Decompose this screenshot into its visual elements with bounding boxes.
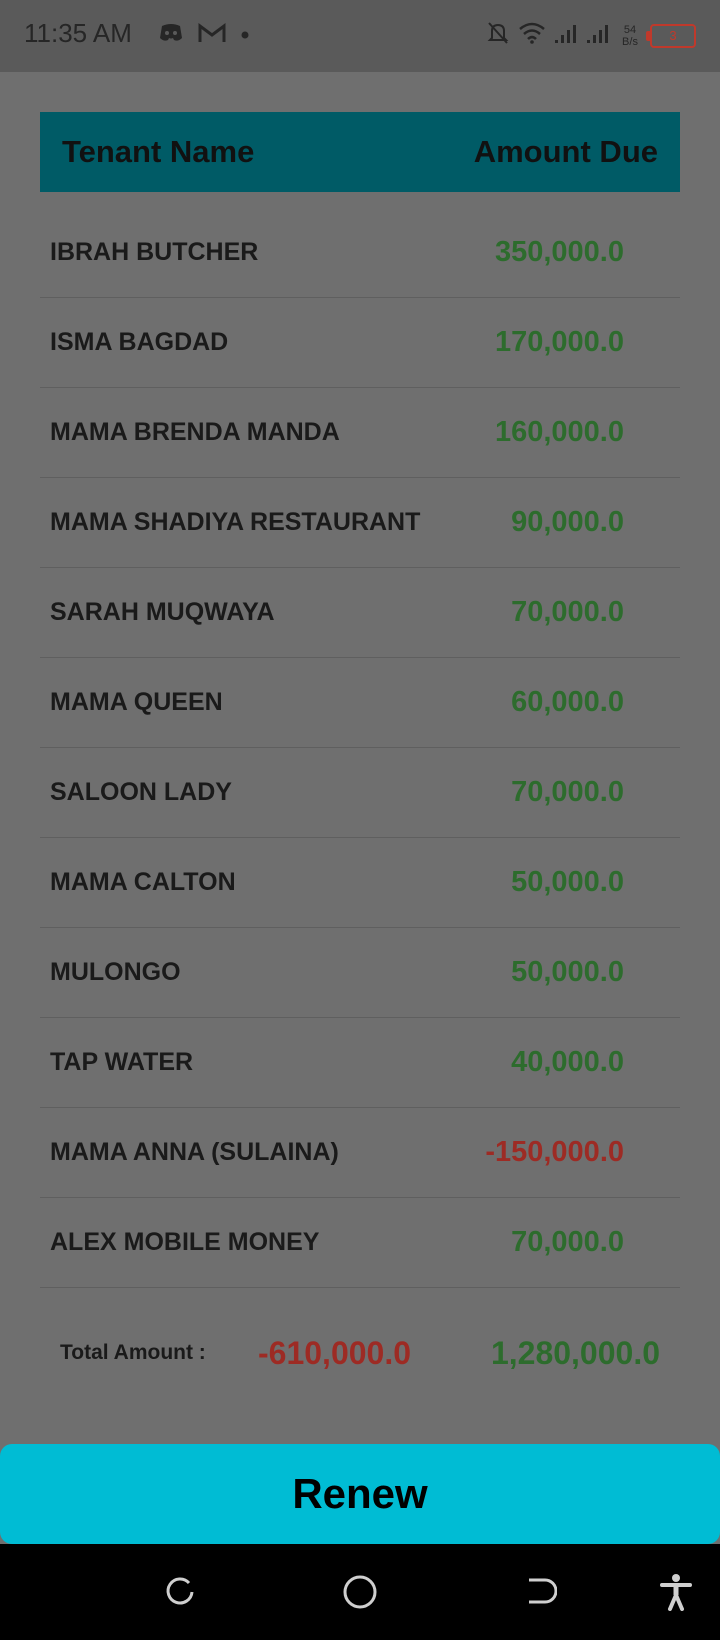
tenant-name: SARAH MUQWAYA bbox=[50, 598, 275, 626]
tenant-name: ISMA BAGDAD bbox=[50, 328, 229, 356]
table-row[interactable]: SALOON LADY 70,000.0 bbox=[40, 748, 680, 838]
tenant-name: MAMA ANNA (SULAINA) bbox=[50, 1138, 339, 1166]
amount-due: 350,000.0 bbox=[494, 236, 624, 268]
notification-dot-icon bbox=[240, 27, 250, 45]
total-label: Total Amount : bbox=[60, 1341, 206, 1364]
bell-off-icon bbox=[486, 20, 510, 51]
tenant-name: MAMA BRENDA MANDA bbox=[50, 418, 340, 446]
amount-due: 60,000.0 bbox=[511, 686, 624, 718]
net-speed-value: 54 bbox=[623, 23, 637, 36]
header-amount-due: Amount Due bbox=[473, 134, 658, 169]
amount-due: 70,000.0 bbox=[511, 1226, 624, 1258]
net-speed: 54 B/s bbox=[618, 24, 642, 48]
tenant-name: TAP WATER bbox=[50, 1048, 194, 1076]
table-row[interactable]: MAMA ANNA (SULAINA) -150,000.0 bbox=[40, 1108, 680, 1198]
tenant-name: MAMA QUEEN bbox=[50, 688, 223, 716]
tenant-name: MULONGO bbox=[50, 958, 181, 986]
tenant-table: Tenant Name Amount Due IBRAH BUTCHER 350… bbox=[40, 112, 680, 1288]
signal-icon bbox=[554, 22, 578, 49]
tenant-name: MAMA SHADIYA RESTAURANT bbox=[50, 508, 421, 536]
status-right-icons: 54 B/s 3 bbox=[486, 20, 696, 51]
table-rows: IBRAH BUTCHER 350,000.0 ISMA BAGDAD 170,… bbox=[40, 208, 680, 1288]
amount-due: 70,000.0 bbox=[511, 776, 624, 808]
amount-due: 70,000.0 bbox=[511, 596, 624, 628]
table-row[interactable]: MAMA CALTON 50,000.0 bbox=[40, 838, 680, 928]
discord-icon bbox=[158, 22, 184, 49]
header-tenant-name: Tenant Name bbox=[62, 134, 255, 169]
table-row[interactable]: MAMA SHADIYA RESTAURANT 90,000.0 bbox=[40, 478, 680, 568]
total-row: Total Amount : -610,000.0 1,280,000.0 bbox=[40, 1318, 680, 1388]
table-row[interactable]: MAMA BRENDA MANDA 160,000.0 bbox=[40, 388, 680, 478]
tenant-name: IBRAH BUTCHER bbox=[50, 238, 259, 266]
tenant-name: ALEX MOBILE MONEY bbox=[50, 1228, 320, 1256]
amount-due: 40,000.0 bbox=[511, 1046, 624, 1078]
total-negative-amount: -610,000.0 bbox=[258, 1334, 412, 1371]
amount-due: -150,000.0 bbox=[485, 1136, 624, 1168]
tenant-name: SALOON LADY bbox=[50, 778, 232, 806]
tenant-name: MAMA CALTON bbox=[50, 868, 236, 896]
table-header: Tenant Name Amount Due bbox=[40, 112, 680, 192]
net-speed-unit: B/s bbox=[622, 35, 638, 48]
signal-icon bbox=[586, 22, 610, 49]
back-icon[interactable] bbox=[518, 1570, 562, 1614]
wifi-icon bbox=[518, 21, 546, 50]
table-row[interactable]: IBRAH BUTCHER 350,000.0 bbox=[40, 208, 680, 298]
amount-due: 50,000.0 bbox=[511, 956, 624, 988]
gmail-icon bbox=[198, 22, 226, 49]
table-row[interactable]: ISMA BAGDAD 170,000.0 bbox=[40, 298, 680, 388]
status-left-icons bbox=[158, 22, 250, 49]
battery-icon: 3 bbox=[646, 23, 696, 48]
home-icon[interactable] bbox=[338, 1570, 382, 1614]
renew-button[interactable]: Renew bbox=[0, 1444, 720, 1544]
table-row[interactable]: SARAH MUQWAYA 70,000.0 bbox=[40, 568, 680, 658]
table-row[interactable]: TAP WATER 40,000.0 bbox=[40, 1018, 680, 1108]
status-bar: 11:35 AM 54 B/s 3 bbox=[0, 0, 720, 72]
table-row[interactable]: MAMA QUEEN 60,000.0 bbox=[40, 658, 680, 748]
total-positive-amount: 1,280,000.0 bbox=[490, 1334, 660, 1371]
recent-apps-icon[interactable] bbox=[158, 1570, 202, 1614]
table-row[interactable]: MULONGO 50,000.0 bbox=[40, 928, 680, 1018]
amount-due: 160,000.0 bbox=[494, 416, 624, 448]
table-row[interactable]: ALEX MOBILE MONEY 70,000.0 bbox=[40, 1198, 680, 1288]
navigation-bar bbox=[0, 1544, 720, 1640]
amount-due: 50,000.0 bbox=[511, 866, 624, 898]
status-time: 11:35 AM bbox=[24, 18, 132, 48]
accessibility-icon[interactable] bbox=[654, 1570, 698, 1614]
amount-due: 170,000.0 bbox=[494, 326, 624, 358]
amount-due: 90,000.0 bbox=[511, 506, 624, 538]
